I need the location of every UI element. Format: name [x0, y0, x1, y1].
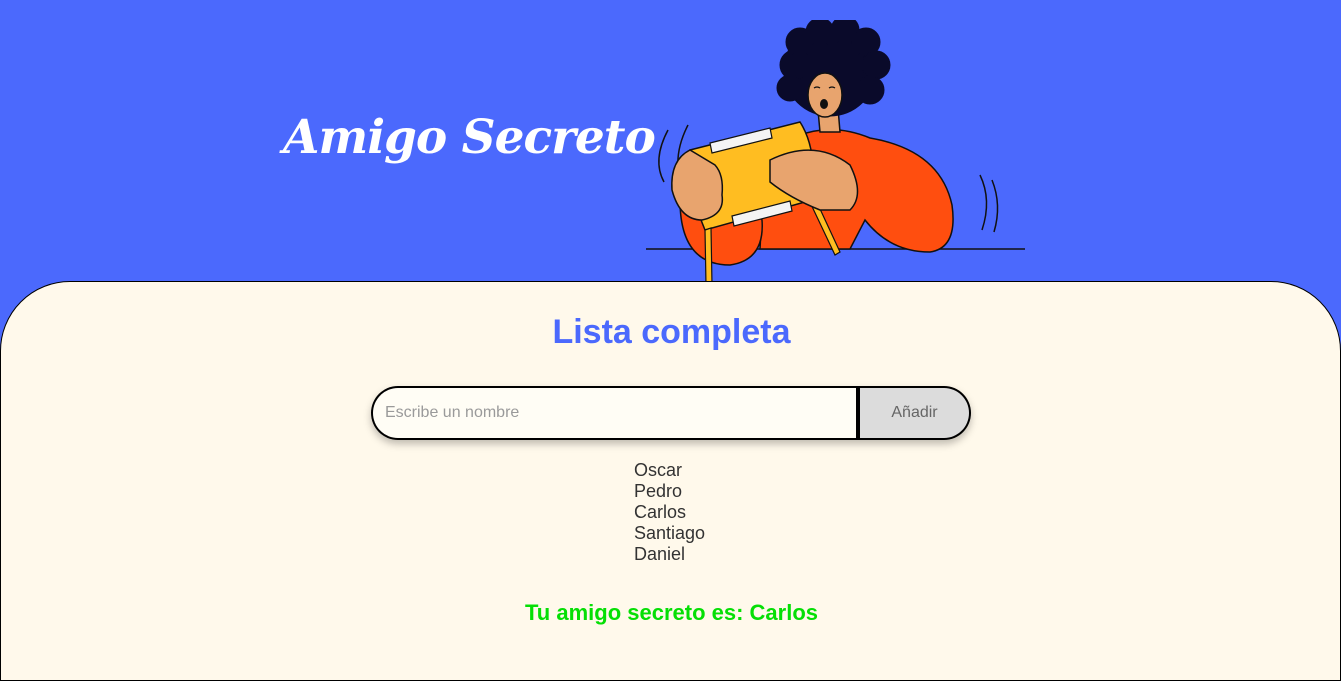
list-item: Daniel — [634, 544, 686, 564]
list-item: Oscar — [634, 460, 683, 480]
result-text: Tu amigo secreto es: Carlos — [524, 600, 818, 625]
add-name-form: Añadir — [371, 386, 971, 440]
person-holding-gift-box-illustration — [646, 20, 1025, 285]
list-item: Pedro — [634, 481, 683, 501]
main-panel: Lista completa Añadir Oscar Pedro Carlos… — [0, 281, 1341, 681]
friends-list: Oscar Pedro Carlos Santiago Daniel — [634, 460, 705, 565]
header: Amigo Secreto — [0, 0, 1341, 300]
section-title: Lista completa — [552, 313, 791, 351]
app-title: Amigo Secreto — [283, 110, 656, 165]
list-item: Santiago — [634, 523, 706, 543]
name-input[interactable] — [371, 386, 858, 440]
add-button[interactable]: Añadir — [856, 386, 971, 440]
list-item: Carlos — [634, 502, 687, 522]
